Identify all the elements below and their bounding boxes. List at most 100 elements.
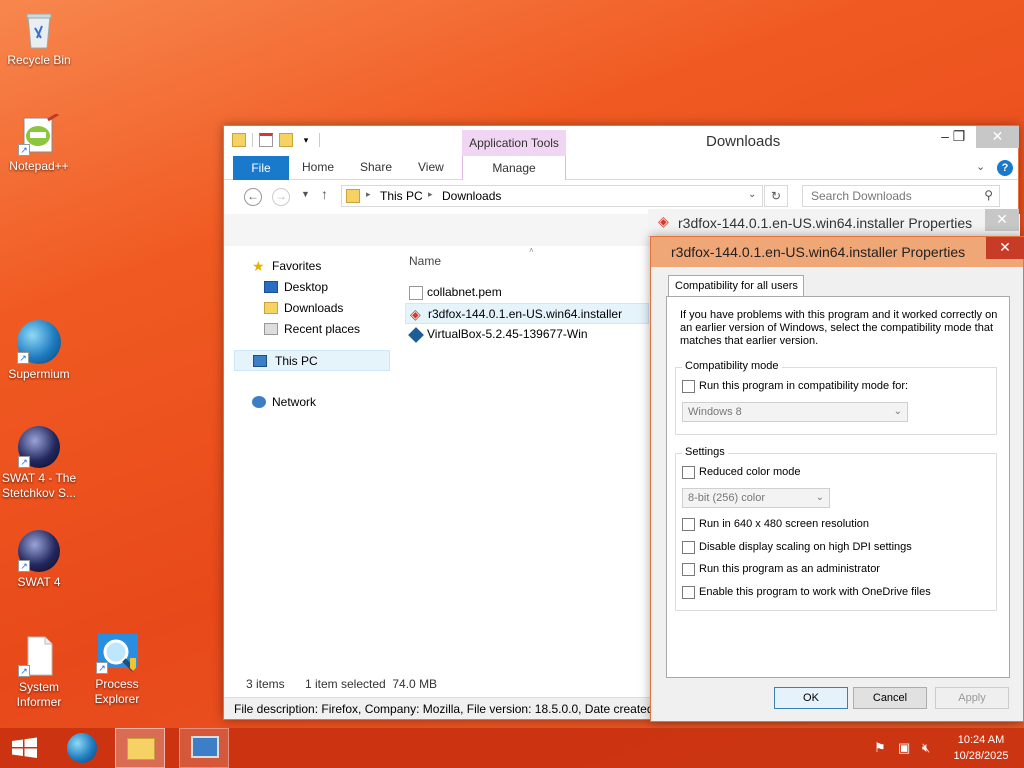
desktop-icon-label: System Informer (16, 680, 62, 709)
tab-share[interactable]: Share (360, 160, 392, 174)
tab-panel: If you have problems with this program a… (666, 296, 1010, 678)
close-button[interactable]: ✕ (976, 126, 1019, 148)
taskbar-supermium[interactable] (57, 728, 107, 768)
navigation-pane: ★ Favorites Desktop Downloads Recent plac… (232, 256, 392, 413)
volume-muted-icon[interactable]: 🔇︎ (922, 740, 930, 756)
separator (319, 133, 320, 147)
desktop-icon-system-informer[interactable]: ↗ System Informer (0, 635, 79, 710)
r3dfox-icon: ◈ (658, 213, 669, 229)
desktop-icon-label: SWAT 4 - The Stetchkov S... (1, 471, 77, 500)
computer-icon (253, 355, 267, 367)
nav-this-pc[interactable]: This PC (234, 350, 390, 371)
nav-favorites[interactable]: ★ Favorites (232, 256, 392, 277)
nav-desktop[interactable]: Desktop (232, 277, 392, 298)
compat-mode-select[interactable]: Windows 8 ⌄ (682, 402, 908, 422)
breadcrumb-chevron-icon: ▸ (428, 189, 433, 199)
ok-button[interactable]: OK (774, 687, 848, 709)
reduced-color-checkbox[interactable]: Reduced color mode (682, 466, 801, 480)
shortcut-arrow-icon: ↗ (18, 456, 30, 468)
recent-locations-chevron-icon[interactable]: ▼ (301, 189, 310, 199)
properties-window-background: ◈ r3dfox-144.0.1.en-US.win64.installer P… (648, 209, 1019, 237)
dialog-titlebar: r3dfox-144.0.1.en-US.win64.installer Pro… (651, 237, 1024, 267)
resolution-640-checkbox[interactable]: Run in 640 x 480 screen resolution (682, 518, 869, 532)
separator (252, 133, 253, 147)
desktop-icon-label: SWAT 4 (17, 575, 61, 589)
disable-dpi-scaling-checkbox[interactable]: Disable display scaling on high DPI sett… (682, 541, 912, 555)
group-label: Compatibility mode (682, 360, 782, 372)
refresh-button[interactable]: ↻ (764, 185, 788, 207)
file-row[interactable]: collabnet.pem (405, 282, 649, 303)
sort-ascending-icon: ˄ (529, 246, 534, 255)
back-button[interactable]: ← (244, 188, 262, 206)
help-icon[interactable]: ? (997, 160, 1013, 176)
taskbar-file-explorer[interactable] (115, 728, 165, 768)
column-header-name[interactable]: Name (405, 250, 649, 272)
breadcrumb-this-pc[interactable]: This PC (380, 189, 423, 203)
file-explorer-icon (127, 738, 155, 760)
shortcut-arrow-icon: ↗ (17, 352, 29, 364)
nav-network[interactable]: Network (232, 392, 392, 413)
compatibility-mode-group: Compatibility mode Run this program in c… (675, 360, 997, 435)
nav-recent-places[interactable]: Recent places (232, 319, 392, 340)
desktop-icon-notepad-plus-plus[interactable]: ↗ Notepad++ (0, 112, 79, 174)
notepad-plus-plus-icon: ↗ (18, 112, 60, 156)
up-button[interactable]: ↑ (321, 186, 328, 202)
tab-view[interactable]: View (418, 160, 444, 174)
chevron-down-icon: ⌄ (815, 492, 824, 503)
system-informer-icon: ↗ (18, 635, 60, 677)
properties-dialog: r3dfox-144.0.1.en-US.win64.installer Pro… (650, 236, 1024, 722)
start-button[interactable] (0, 728, 50, 768)
nav-downloads[interactable]: Downloads (232, 298, 392, 319)
desktop-icon-supermium[interactable]: ↗ Supermium (0, 320, 79, 382)
virtualbox-icon (408, 327, 424, 343)
color-mode-select[interactable]: 8-bit (256) color ⌄ (682, 488, 830, 508)
new-folder-icon[interactable] (279, 133, 293, 147)
tab-file[interactable]: File (233, 156, 289, 180)
close-button[interactable]: ✕ (985, 209, 1019, 231)
tab-compatibility-all-users[interactable]: Compatibility for all users (668, 275, 804, 297)
supermium-icon (67, 733, 97, 763)
onedrive-checkbox[interactable]: Enable this program to work with OneDriv… (682, 586, 931, 600)
cancel-button[interactable]: Cancel (853, 687, 927, 709)
file-row-selected[interactable]: ◈ r3dfox-144.0.1.en-US.win64.installer (405, 303, 649, 324)
tab-home[interactable]: Home (302, 160, 334, 174)
shortcut-arrow-icon: ↗ (18, 144, 30, 156)
swat4-stetchkov-icon: ↗ (18, 426, 60, 468)
desktop-icon-swat4-stetchkov[interactable]: ↗ SWAT 4 - The Stetchkov S... (0, 426, 79, 501)
ribbon-tabs: File Home Share View Manage ⌄ ? (224, 156, 1018, 180)
swat4-icon: ↗ (18, 530, 60, 572)
clock-time[interactable]: 10:24 AM (956, 734, 1006, 746)
folder-icon[interactable] (232, 133, 246, 147)
network-status-icon[interactable]: ▣ (898, 740, 910, 756)
explorer-titlebar: ▾ Application Tools Downloads ‒ ❐ ✕ (224, 126, 1019, 157)
customize-chevron-icon[interactable]: ▾ (299, 133, 313, 147)
maximize-button[interactable]: ❐ (944, 126, 974, 148)
properties-icon[interactable] (259, 133, 273, 147)
address-history-chevron-icon[interactable]: ⌄ (748, 189, 756, 200)
apply-button[interactable]: Apply (935, 687, 1009, 709)
compat-mode-checkbox[interactable]: Run this program in compatibility mode f… (682, 380, 908, 394)
supermium-icon: ↗ (17, 320, 61, 364)
desktop-icon-label: Supermium (8, 367, 70, 381)
r3dfox-icon: ◈ (410, 306, 421, 322)
forward-button[interactable]: → (272, 188, 290, 206)
clock-date[interactable]: 10/28/2025 (949, 750, 1013, 762)
desktop-icon-recycle-bin[interactable]: Recycle Bin (0, 8, 79, 68)
expand-ribbon-chevron-icon[interactable]: ⌄ (976, 160, 985, 173)
taskbar-properties-app[interactable] (179, 728, 229, 768)
network-icon (252, 396, 266, 408)
action-center-flag-icon[interactable]: ⚑ (874, 740, 886, 756)
run-as-admin-checkbox[interactable]: Run this program as an administrator (682, 563, 880, 577)
address-field[interactable]: ▸ This PC ▸ Downloads ⌄ (341, 185, 763, 207)
tab-manage[interactable]: Manage (462, 156, 566, 180)
close-button[interactable]: ✕ (986, 237, 1024, 259)
search-input[interactable]: Search Downloads ⚲ (802, 185, 1000, 207)
file-row[interactable]: VirtualBox-5.2.45-139677-Win (405, 324, 649, 345)
background-window-title: r3dfox-144.0.1.en-US.win64.installer Pro… (678, 215, 973, 231)
shortcut-arrow-icon: ↗ (18, 665, 30, 677)
desktop-icon-swat4[interactable]: ↗ SWAT 4 (0, 530, 79, 590)
desktop-icon-process-explorer[interactable]: ↗ Process Explorer (77, 632, 157, 707)
breadcrumb-downloads[interactable]: Downloads (442, 189, 501, 203)
selection-info: 1 item selected 74.0 MB (305, 677, 438, 691)
address-bar-row: ← → ▼ ↑ ▸ This PC ▸ Downloads ⌄ ↻ Search… (224, 180, 1018, 212)
